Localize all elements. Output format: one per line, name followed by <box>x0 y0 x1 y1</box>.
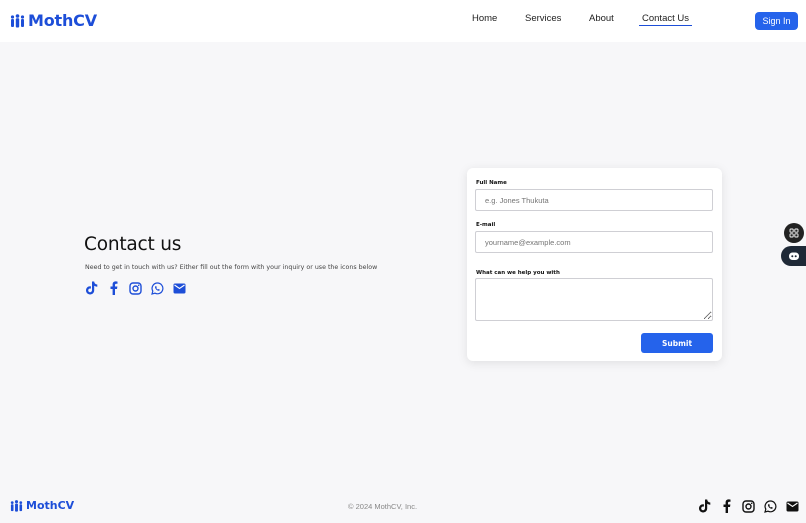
submit-button[interactable]: Submit <box>641 333 713 353</box>
mail-icon[interactable] <box>785 499 799 513</box>
full-name-label: Full Name <box>476 180 507 186</box>
contact-description: Need to get in touch with us? Either fil… <box>85 264 378 271</box>
social-links <box>84 281 186 295</box>
main-nav: Home Services About Contact Us <box>0 13 806 33</box>
nav-contact-us[interactable]: Contact Us <box>639 13 692 26</box>
sign-in-button[interactable]: Sign In <box>755 12 798 30</box>
bot-icon <box>788 252 799 260</box>
instagram-icon[interactable] <box>741 499 755 513</box>
people-logo-icon <box>10 499 23 512</box>
facebook-icon[interactable] <box>719 499 733 513</box>
email-field[interactable] <box>475 231 713 253</box>
instagram-icon[interactable] <box>128 281 142 295</box>
chat-bot-button[interactable] <box>781 246 806 266</box>
nav-services[interactable]: Services <box>525 13 561 24</box>
nav-home[interactable]: Home <box>472 13 497 24</box>
footer-social-links <box>697 499 799 513</box>
message-textarea[interactable] <box>475 278 713 321</box>
copyright-text: © 2024 MothCV, Inc. <box>348 502 418 511</box>
footer-brand-name: MothCV <box>26 499 75 512</box>
footer-brand-logo[interactable]: MothCV <box>10 499 74 512</box>
full-name-field[interactable] <box>475 189 713 211</box>
footer: MothCV © 2024 MothCV, Inc. <box>0 490 806 523</box>
apps-widget-button[interactable] <box>784 223 804 243</box>
tiktok-icon[interactable] <box>697 499 711 513</box>
whatsapp-icon[interactable] <box>763 499 777 513</box>
email-label: E-mail <box>476 222 496 228</box>
facebook-icon[interactable] <box>106 281 120 295</box>
nav-about[interactable]: About <box>589 13 614 24</box>
mail-icon[interactable] <box>172 281 186 295</box>
page-title: Contact us <box>84 234 182 255</box>
contact-form: Full Name E-mail What can we help you wi… <box>467 168 722 361</box>
message-label: What can we help you with <box>476 270 560 276</box>
header: MothCV Home Services About Contact Us Si… <box>0 0 806 42</box>
tiktok-icon[interactable] <box>84 281 98 295</box>
whatsapp-icon[interactable] <box>150 281 164 295</box>
grid-icon <box>789 228 799 238</box>
